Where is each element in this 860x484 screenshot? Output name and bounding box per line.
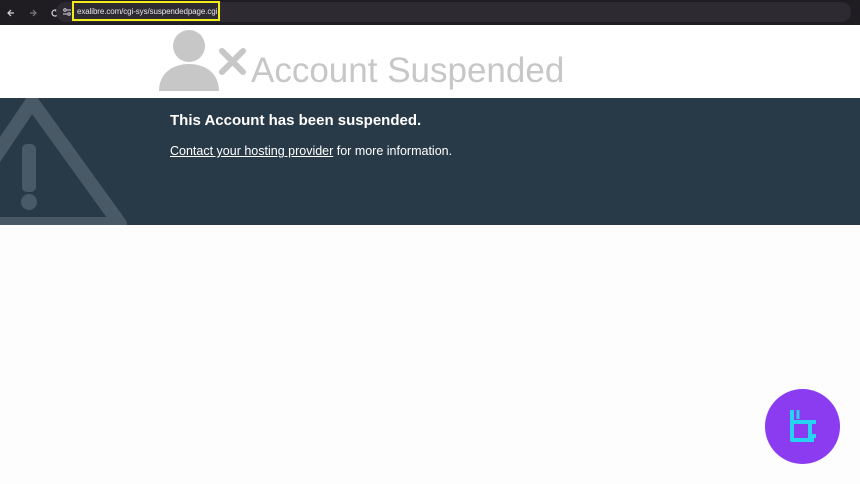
site-info-icon (63, 8, 71, 16)
back-arrow-icon (7, 9, 14, 16)
address-bar[interactable]: exalibre.com/cgi-sys/suspendedpage.cgi (56, 1, 851, 22)
contact-hosting-link[interactable]: Contact your hosting provider (170, 144, 333, 158)
contact-line-trailing-text: for more information. (333, 144, 453, 158)
user-suspended-icon (159, 30, 246, 91)
forward-arrow-icon (30, 9, 37, 16)
url-text[interactable]: exalibre.com/cgi-sys/suspendedpage.cgi (77, 7, 217, 16)
page-title: Account Suspended (251, 51, 565, 90)
browser-toolbar: exalibre.com/cgi-sys/suspendedpage.cgi (0, 0, 860, 25)
forward-button[interactable] (24, 4, 42, 22)
warning-triangle-icon (0, 98, 127, 225)
page-header: Account Suspended (0, 25, 860, 98)
contact-line: Contact your hosting provider for more i… (170, 144, 452, 158)
brand-logo (765, 389, 840, 464)
back-button[interactable] (2, 4, 20, 22)
suspension-heading: This Account has been suspended. (170, 112, 422, 129)
url-highlight-box: exalibre.com/cgi-sys/suspendedpage.cgi (72, 1, 220, 21)
brand-logo-icon (789, 409, 816, 442)
suspension-banner: This Account has been suspended. Contact… (0, 98, 860, 225)
